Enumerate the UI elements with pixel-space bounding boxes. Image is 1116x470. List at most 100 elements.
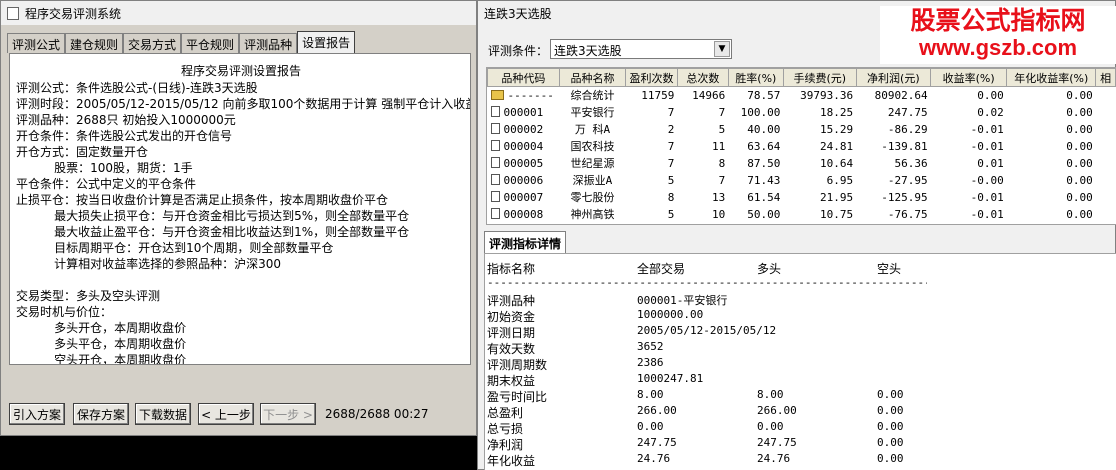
cell-win: 2 (667, 122, 675, 136)
cell-annual: 0.00 (1066, 156, 1093, 170)
detail-all: 247.75 (637, 436, 677, 449)
cell-code: 000007 (488, 189, 560, 206)
detail-all: 1000000.00 (637, 308, 704, 321)
table-row[interactable]: 000007 零七股份 8 13 61.54 21.95 -125.95 -0.01 0.00 (488, 189, 1116, 206)
tab-formula[interactable]: 评测公式 (7, 33, 66, 53)
criteria-select[interactable]: 连跌3天选股 ▼ (550, 39, 732, 59)
table-row[interactable]: 000006 深振业A 5 7 71.43 6.95 -27.95 -0.00 0.00 (488, 172, 1116, 189)
next-step-button[interactable]: 下一步 > (260, 403, 316, 425)
cell-extra (1096, 206, 1116, 223)
detail-header-short: 空头 (877, 262, 902, 276)
cell-code-text: 000008 (503, 207, 544, 221)
tab-detail-metrics[interactable]: 评测指标详情 (484, 231, 567, 255)
table-row[interactable]: 000001 平安银行 7 7 100.00 18.25 247.75 0.02 0.00 (488, 104, 1116, 121)
import-scheme-button[interactable]: 引入方案 (9, 403, 65, 425)
detail-short: 0.00 (877, 404, 904, 417)
cell-code: 000005 (488, 155, 560, 172)
column-header[interactable]: 手续费(元) (782, 68, 857, 87)
tab-close-rules[interactable]: 平仓规则 (181, 33, 240, 53)
column-header[interactable]: 盈利次数 (625, 68, 678, 87)
tab-trade-mode[interactable]: 交易方式 (123, 33, 182, 53)
left-window-title: 程序交易评测系统 (25, 6, 122, 21)
report-line: 评测公式：条件选股公式-(日线)-连跌3天选股 (16, 81, 258, 95)
column-header[interactable]: 净利润(元) (855, 68, 932, 87)
detail-all: 2005/05/12-2015/05/12 (637, 324, 777, 337)
cell-profit: -139.81 (881, 139, 928, 153)
report-line: 股票：100股，期货：1手 (16, 161, 193, 175)
column-header[interactable]: 相 (1095, 68, 1116, 87)
cell-code: 000008 (488, 206, 560, 223)
table-row[interactable]: ------- 综合统计 11759 14966 78.57 39793.36 80902.… (488, 87, 1116, 104)
report-line: 计算相对收益率选择的参照品种：沪深300 (16, 257, 282, 271)
cell-win: 5 (667, 207, 675, 221)
table-row[interactable]: 000004 国农科技 7 11 63.64 24.81 -139.81 -0.01 0.00 (488, 138, 1116, 155)
cell-total: 10 (712, 207, 726, 221)
detail-header-name: 指标名称 (487, 262, 536, 276)
cell-ret: -0.00 (970, 173, 1004, 187)
summary-folder-icon (490, 89, 504, 100)
watermark-line2: www.gszb.com (918, 35, 1078, 60)
report-line: 评测时段：2005/05/12-2015/05/12 向前多取100个数据用于计… (16, 97, 471, 111)
chevron-down-icon[interactable]: ▼ (714, 41, 730, 57)
detail-name: 总盈利 (487, 406, 524, 420)
detail-all: 24.76 (637, 452, 671, 465)
tab-position-open-rules[interactable]: 建仓规则 (65, 33, 124, 53)
detail-name: 评测日期 (487, 326, 536, 340)
detail-all: 1000247.81 (637, 372, 704, 385)
detail-all: 8.00 (637, 388, 664, 401)
cell-annual: 0.00 (1066, 190, 1093, 204)
detail-short: 0.00 (877, 420, 904, 433)
detail-header-long: 多头 (757, 262, 782, 276)
cell-extra (1096, 172, 1116, 189)
document-icon (490, 173, 500, 185)
settings-report-panel[interactable]: 程序交易评测设置报告 评测公式：条件选股公式-(日线)-连跌3天选股 评测时段：2… (9, 53, 471, 365)
column-header[interactable]: 胜率(%) (727, 68, 784, 87)
cell-extra (1096, 189, 1116, 206)
cell-ret: 0.00 (977, 88, 1004, 102)
column-header[interactable]: 品种代码 (487, 68, 560, 87)
tab-settings-report[interactable]: 设置报告 (297, 31, 356, 53)
report-line: 最大收益止盈平仓：与开仓资金相比收益达到1%，则全部数量平仓 (16, 225, 410, 239)
detail-all: 266.00 (637, 404, 677, 417)
detail-tab-label: 评测指标详情 (489, 237, 562, 251)
cell-name: 万 科A (574, 123, 611, 136)
cell-total: 14966 (692, 88, 726, 102)
cell-profit: -27.95 (887, 173, 928, 187)
detail-long: 266.00 (757, 404, 797, 417)
column-header[interactable]: 年化收益率(%) (1006, 68, 1097, 87)
cell-fee: 21.95 (819, 190, 854, 204)
criteria-select-value: 连跌3天选股 (554, 44, 622, 58)
cell-extra (1096, 87, 1116, 104)
cell-code-text: 000004 (503, 139, 544, 153)
detail-long: 0.00 (757, 420, 784, 433)
detail-name: 年化收益 (487, 454, 536, 468)
cell-extra (1096, 104, 1116, 121)
table-row[interactable]: 000005 世纪星源 7 8 87.50 10.64 56.36 0.01 0.00 (488, 155, 1116, 172)
prev-step-button[interactable]: < 上一步 (198, 403, 254, 425)
column-header[interactable]: 收益率(%) (930, 68, 1008, 87)
table-row[interactable]: 000002 万 科A 2 5 40.00 15.29 -86.29 -0.01 0.00 (488, 121, 1116, 138)
tab-instruments[interactable]: 评测品种 (239, 33, 298, 53)
cell-fee: 6.95 (826, 173, 854, 187)
column-header[interactable]: 品种名称 (558, 68, 627, 87)
cell-annual: 0.00 (1066, 207, 1093, 221)
progress-status: 2688/2688 00:27 (325, 407, 429, 421)
cell-code: 000002 (488, 121, 560, 138)
detail-all: 3652 (637, 340, 664, 353)
cell-code-text: 000007 (503, 190, 544, 204)
cell-annual: 0.00 (1066, 105, 1093, 119)
table-row[interactable]: 000008 神州高铁 5 10 50.00 10.75 -76.75 -0.01 0.00 (488, 206, 1116, 223)
cell-total: 5 (718, 122, 726, 136)
cell-total: 13 (712, 190, 726, 204)
cell-win: 7 (667, 139, 675, 153)
save-scheme-button[interactable]: 保存方案 (73, 403, 129, 425)
cell-rate: 40.00 (747, 122, 781, 136)
detail-all: 000001-平安银行 (637, 294, 728, 307)
report-line: 开仓方式：固定数量开仓 (16, 145, 149, 159)
download-data-button[interactable]: 下载数据 (135, 403, 191, 425)
cell-total: 7 (718, 173, 726, 187)
detail-panel[interactable]: 指标名称 全部交易 多头 空头 ------------------------… (484, 253, 1116, 470)
column-header[interactable]: 总次数 (676, 68, 729, 87)
left-window-titlebar[interactable]: 程序交易评测系统 (1, 1, 476, 25)
right-window-title: 连跌3天选股 (484, 6, 552, 21)
